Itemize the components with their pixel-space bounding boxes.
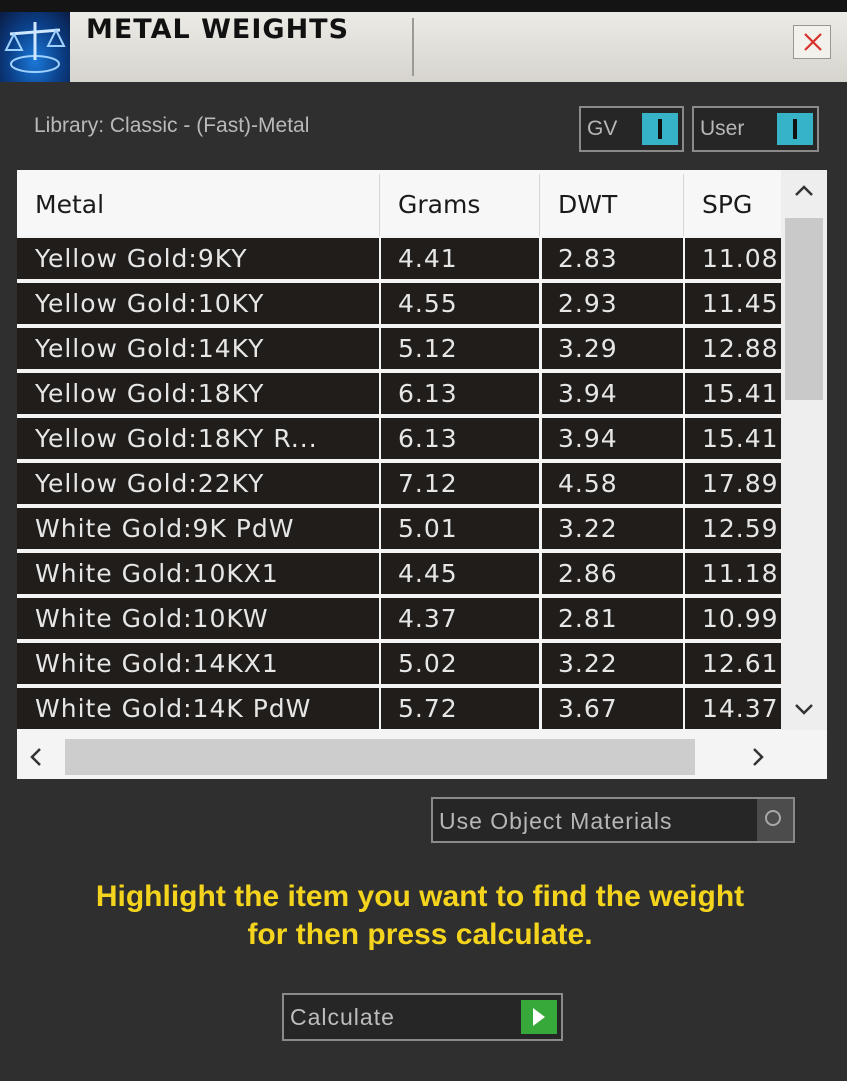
horizontal-scroll-thumb[interactable] bbox=[65, 739, 695, 775]
cell-spg: 10.99 bbox=[685, 598, 781, 639]
use-object-materials-switch[interactable] bbox=[757, 799, 793, 841]
cell-spg: 12.59 bbox=[685, 508, 781, 549]
table-row[interactable]: White Gold:9K PdW 5.01 3.22 12.59 bbox=[17, 506, 781, 551]
scroll-right-icon[interactable] bbox=[751, 746, 765, 768]
cell-metal: Yellow Gold:22KY bbox=[17, 463, 379, 504]
cell-grams: 7.12 bbox=[381, 463, 539, 504]
use-object-materials-toggle[interactable]: Use Object Materials bbox=[431, 797, 795, 843]
cell-metal: White Gold:14K PdW bbox=[17, 688, 379, 729]
gv-toggle-switch[interactable] bbox=[642, 113, 678, 145]
cell-dwt: 3.29 bbox=[542, 328, 683, 369]
title-divider bbox=[412, 18, 414, 76]
cell-spg: 11.45 bbox=[685, 283, 781, 324]
column-divider bbox=[539, 174, 540, 236]
table-header: Metal Grams DWT SPG bbox=[17, 170, 781, 236]
user-toggle-label: User bbox=[700, 117, 745, 140]
scale-icon bbox=[0, 12, 70, 82]
cell-grams: 6.13 bbox=[381, 373, 539, 414]
calculate-button[interactable]: Calculate bbox=[282, 993, 563, 1041]
cell-spg: 15.41 bbox=[685, 373, 781, 414]
cell-dwt: 4.58 bbox=[542, 463, 683, 504]
cell-spg: 11.08 bbox=[685, 238, 781, 279]
instruction-line-1: Highlight the item you want to find the … bbox=[95, 880, 745, 913]
cell-grams: 4.55 bbox=[381, 283, 539, 324]
column-header-metal[interactable]: Metal bbox=[35, 170, 104, 236]
cell-dwt: 2.86 bbox=[542, 553, 683, 594]
library-label: Library: Classic - (Fast)-Metal bbox=[34, 114, 310, 137]
column-divider bbox=[379, 174, 380, 236]
column-header-spg[interactable]: SPG bbox=[702, 170, 752, 236]
cell-spg: 15.41 bbox=[685, 418, 781, 459]
table-row[interactable]: White Gold:10KW 4.37 2.81 10.99 bbox=[17, 596, 781, 641]
toggle-on-indicator bbox=[793, 119, 797, 139]
cell-spg: 12.61 bbox=[685, 643, 781, 684]
instruction-text: Highlight the item you want to find the … bbox=[40, 878, 800, 954]
cell-dwt: 2.83 bbox=[542, 238, 683, 279]
cell-dwt: 3.67 bbox=[542, 688, 683, 729]
column-divider bbox=[683, 174, 684, 236]
close-icon bbox=[804, 33, 822, 51]
table-row[interactable]: White Gold:10KX1 4.45 2.86 11.18 bbox=[17, 551, 781, 596]
table-row[interactable]: Yellow Gold:9KY 4.41 2.83 11.08 bbox=[17, 236, 781, 281]
cell-spg: 17.89 bbox=[685, 463, 781, 504]
table-row[interactable]: White Gold:14KX1 5.02 3.22 12.61 bbox=[17, 641, 781, 686]
toggle-on-indicator bbox=[658, 119, 662, 139]
cell-dwt: 3.22 bbox=[542, 643, 683, 684]
column-header-dwt[interactable]: DWT bbox=[558, 170, 617, 236]
table-row[interactable]: Yellow Gold:18KY R... 6.13 3.94 15.41 bbox=[17, 416, 781, 461]
calculate-go-button[interactable] bbox=[521, 1000, 557, 1034]
cell-metal: White Gold:14KX1 bbox=[17, 643, 379, 684]
cell-spg: 12.88 bbox=[685, 328, 781, 369]
cell-grams: 5.12 bbox=[381, 328, 539, 369]
vertical-scroll-thumb[interactable] bbox=[785, 218, 823, 400]
cell-dwt: 2.81 bbox=[542, 598, 683, 639]
play-icon bbox=[533, 1008, 545, 1026]
calculate-label: Calculate bbox=[290, 1004, 395, 1030]
cell-grams: 5.02 bbox=[381, 643, 539, 684]
window-top-edge bbox=[0, 0, 847, 12]
instruction-line-2: for then press calculate. bbox=[247, 918, 593, 951]
table-row[interactable]: Yellow Gold:14KY 5.12 3.29 12.88 bbox=[17, 326, 781, 371]
cell-dwt: 2.93 bbox=[542, 283, 683, 324]
table-row[interactable]: Yellow Gold:18KY 6.13 3.94 15.41 bbox=[17, 371, 781, 416]
gv-toggle-label: GV bbox=[587, 117, 618, 140]
window-title: METAL WEIGHTS bbox=[86, 14, 350, 45]
cell-spg: 11.18 bbox=[685, 553, 781, 594]
cell-dwt: 3.94 bbox=[542, 418, 683, 459]
cell-metal: Yellow Gold:18KY bbox=[17, 373, 379, 414]
cell-metal: Yellow Gold:18KY R... bbox=[17, 418, 379, 459]
vertical-scrollbar[interactable] bbox=[781, 170, 827, 730]
cell-metal: Yellow Gold:9KY bbox=[17, 238, 379, 279]
table-row[interactable]: Yellow Gold:10KY 4.55 2.93 11.45 bbox=[17, 281, 781, 326]
table-row[interactable]: White Gold:14K PdW 5.72 3.67 14.37 bbox=[17, 686, 781, 730]
toggle-off-icon bbox=[765, 810, 781, 826]
cell-grams: 4.37 bbox=[381, 598, 539, 639]
horizontal-scrollbar[interactable] bbox=[17, 730, 827, 779]
table-row[interactable]: Yellow Gold:22KY 7.12 4.58 17.89 bbox=[17, 461, 781, 506]
table-body: Yellow Gold:9KY 4.41 2.83 11.08 Yellow Gold:… bbox=[17, 236, 781, 730]
metal-table: Metal Grams DWT SPG Yellow Gold:9KY 4.41 2… bbox=[17, 170, 827, 779]
close-button[interactable] bbox=[793, 25, 831, 59]
cell-metal: White Gold:10KW bbox=[17, 598, 379, 639]
gv-toggle[interactable]: GV bbox=[579, 106, 684, 152]
cell-metal: Yellow Gold:14KY bbox=[17, 328, 379, 369]
cell-grams: 6.13 bbox=[381, 418, 539, 459]
scroll-up-icon[interactable] bbox=[793, 184, 815, 198]
scroll-down-icon[interactable] bbox=[793, 702, 815, 716]
cell-grams: 4.41 bbox=[381, 238, 539, 279]
scroll-left-icon[interactable] bbox=[29, 746, 43, 768]
use-object-materials-label: Use Object Materials bbox=[439, 808, 673, 834]
cell-dwt: 3.22 bbox=[542, 508, 683, 549]
cell-spg: 14.37 bbox=[685, 688, 781, 729]
cell-dwt: 3.94 bbox=[542, 373, 683, 414]
user-toggle-switch[interactable] bbox=[777, 113, 813, 145]
column-header-grams[interactable]: Grams bbox=[398, 170, 480, 236]
cell-grams: 4.45 bbox=[381, 553, 539, 594]
user-toggle[interactable]: User bbox=[692, 106, 819, 152]
cell-metal: Yellow Gold:10KY bbox=[17, 283, 379, 324]
cell-metal: White Gold:9K PdW bbox=[17, 508, 379, 549]
cell-metal: White Gold:10KX1 bbox=[17, 553, 379, 594]
cell-grams: 5.01 bbox=[381, 508, 539, 549]
cell-grams: 5.72 bbox=[381, 688, 539, 729]
